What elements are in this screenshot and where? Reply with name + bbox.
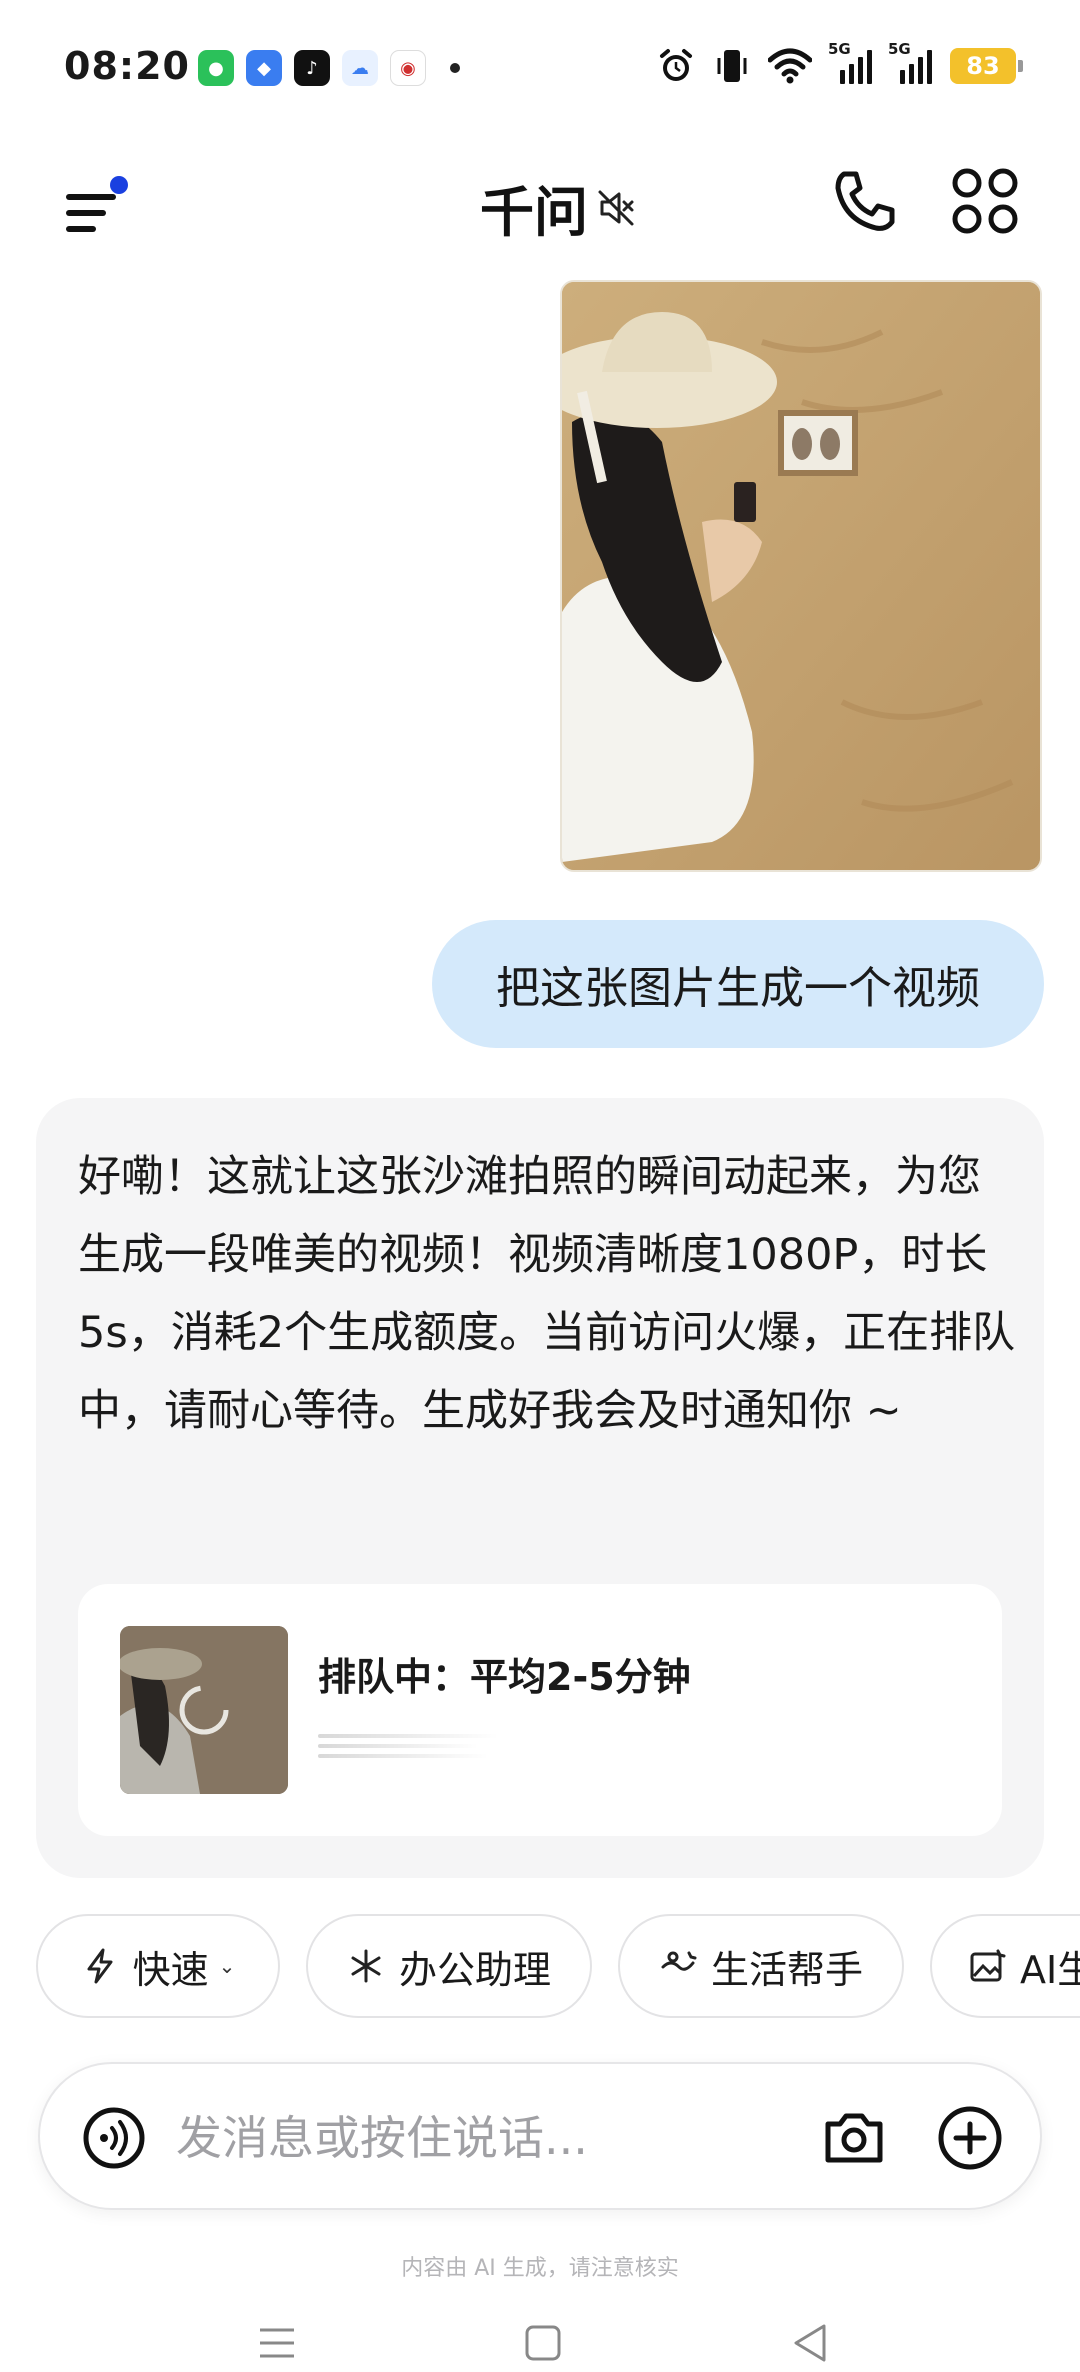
notification-icons: ● ◆ ♪ ☁ ◉ [198, 50, 460, 86]
quick-action-chips: 快速 ⌄ 办公助理 生活帮手 AI生 [36, 1914, 1080, 2022]
voice-input-icon[interactable] [82, 2106, 146, 2170]
wechat-icon: ● [198, 50, 234, 86]
chip-label: 办公助理 [398, 1947, 551, 1992]
status-bar: 08:20 ● ◆ ♪ ☁ ◉ 5G 5G 83 [0, 0, 1080, 140]
cloud-app-icon: ☁ [342, 50, 378, 86]
apps-grid-icon[interactable] [950, 166, 1020, 236]
battery-icon: 83 [950, 48, 1023, 84]
chip-label: AI生 [1020, 1947, 1080, 1992]
back-icon[interactable] [786, 2318, 836, 2368]
chip-label: 生活帮手 [710, 1947, 863, 1992]
title-area: 千问 [480, 168, 638, 247]
more-notifications-icon [450, 63, 460, 73]
wifi-icon [768, 48, 812, 84]
app-notification-icon: ◆ [246, 50, 282, 86]
chip-label: 快速 [132, 1947, 209, 1992]
vibrate-icon [717, 50, 747, 82]
message-input-bar [38, 2062, 1042, 2210]
globe-app-icon: ◉ [390, 50, 426, 86]
beach-photo [562, 282, 1040, 870]
speaker-mute-icon[interactable] [594, 186, 638, 230]
chevron-down-icon: ⌄ [218, 1954, 236, 1978]
ai-disclaimer: 内容由 AI 生成，请注意核实 [401, 2256, 679, 2281]
home-icon[interactable] [518, 2318, 568, 2368]
video-thumbnail [120, 1626, 288, 1794]
signal-icon-1: 5G [828, 40, 872, 84]
queue-status: 排队中：平均2-5分钟 [318, 1655, 691, 1699]
image-edit-icon [970, 1949, 1006, 1982]
status-time: 08:20 [64, 44, 190, 88]
sparkle-icon [351, 1949, 381, 1983]
chip-ai-generate[interactable]: AI生 [930, 1914, 1080, 2018]
signal-icon-2: 5G [888, 40, 932, 84]
ai-reply-card: 好嘞！这就让这张沙滩拍照的瞬间动起来，为您生成一段唯美的视频！视频清晰度1080… [36, 1098, 1044, 1878]
bolt-icon [87, 1948, 113, 1984]
user-message-bubble[interactable]: 把这张图片生成一个视频 [432, 920, 1044, 1048]
queue-loading-bars [318, 1734, 498, 1764]
menu-button[interactable] [62, 176, 132, 236]
life-icon [661, 1951, 697, 1971]
chip-office-assistant[interactable]: 办公助理 [306, 1914, 592, 2018]
unread-dot [110, 176, 128, 194]
chip-fast-mode[interactable]: 快速 ⌄ [36, 1914, 280, 2018]
ai-reply-text: 好嘞！这就让这张沙滩拍照的瞬间动起来，为您生成一段唯美的视频！视频清晰度1080… [78, 1152, 1016, 1436]
alarm-icon [660, 49, 692, 81]
video-queue-card[interactable]: 排队中：平均2-5分钟 [78, 1584, 1002, 1836]
tiktok-icon: ♪ [294, 50, 330, 86]
app-title: 千问 [480, 181, 588, 244]
message-input[interactable] [176, 2100, 796, 2176]
user-uploaded-image[interactable] [560, 280, 1042, 872]
phone-call-icon[interactable] [830, 166, 900, 236]
recent-apps-icon[interactable] [252, 2318, 302, 2368]
system-icons: 5G 5G 83 [656, 40, 1023, 86]
add-icon[interactable] [936, 2104, 1004, 2172]
camera-icon[interactable] [822, 2106, 886, 2170]
chip-life-helper[interactable]: 生活帮手 [618, 1914, 904, 2018]
app-header: 千问 [0, 140, 1080, 270]
system-nav-bar [0, 2310, 1080, 2372]
